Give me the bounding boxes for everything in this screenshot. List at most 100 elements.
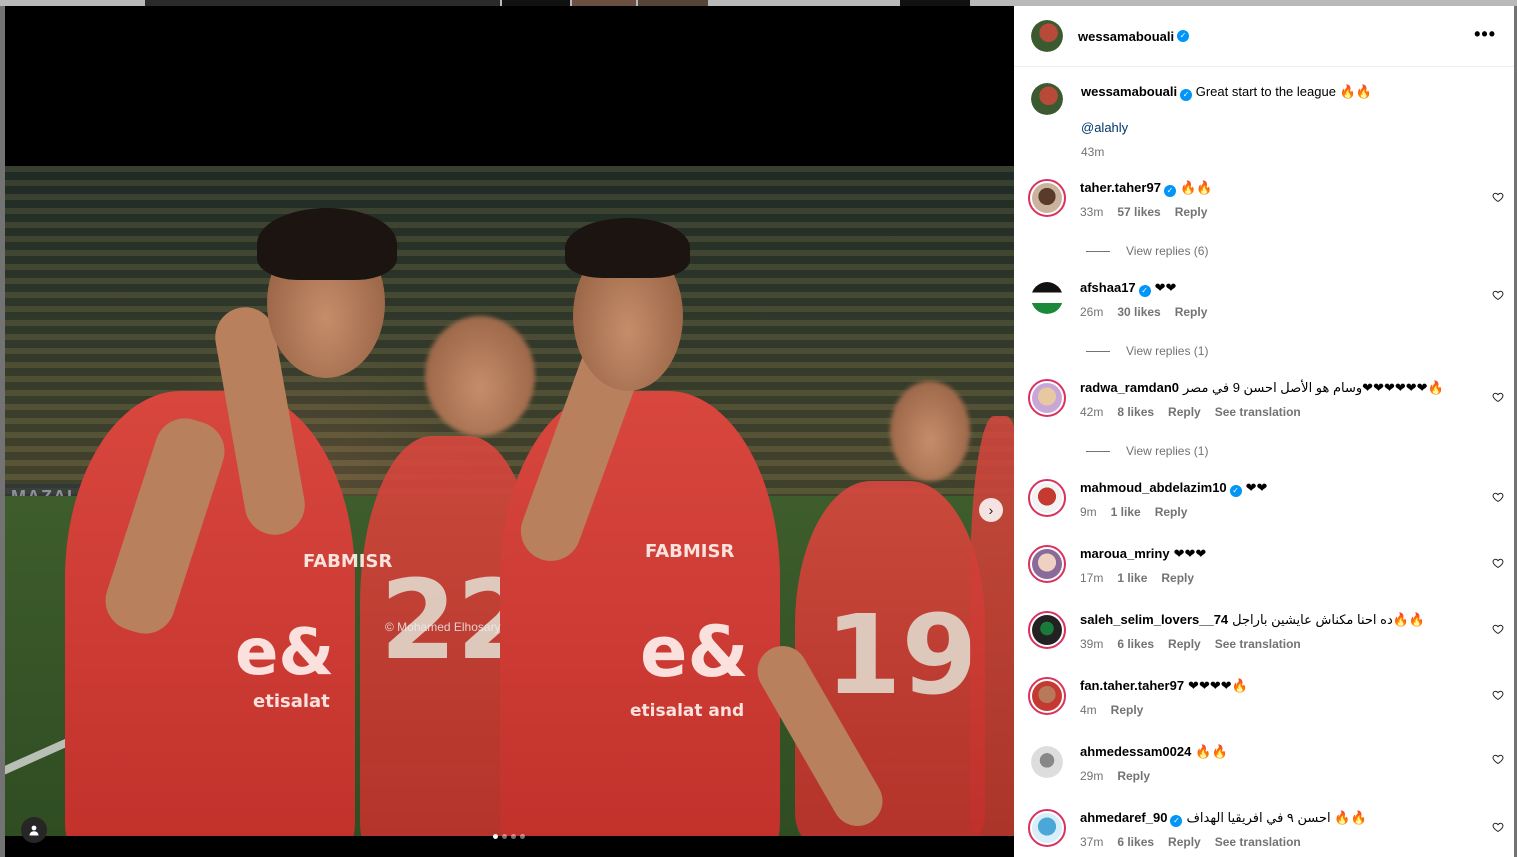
commenter-username[interactable]: ahmedaref_90 xyxy=(1080,810,1167,825)
commenter-avatar[interactable] xyxy=(1031,282,1063,314)
carousel-dot xyxy=(520,834,525,839)
replies-divider xyxy=(1086,350,1110,352)
commenter-username[interactable]: taher.taher97 xyxy=(1080,180,1161,195)
comment-reply-button[interactable]: Reply xyxy=(1117,767,1150,785)
comment-item: maroua_mriny ❤❤❤ 17m 1 like Reply xyxy=(1028,545,1504,587)
comment-reply-button[interactable]: Reply xyxy=(1168,833,1201,851)
heart-outline-icon[interactable] xyxy=(1492,689,1504,701)
view-replies-button[interactable]: View replies (1) xyxy=(1086,344,1208,358)
commenter-avatar[interactable] xyxy=(1028,677,1066,715)
player-hair xyxy=(565,218,690,278)
author-avatar[interactable] xyxy=(1031,20,1063,52)
comment-likes[interactable]: 8 likes xyxy=(1117,403,1154,421)
background-player xyxy=(970,416,1014,836)
screen: MAZALLO 22 19 e& etisalat FABMISR xyxy=(0,0,1517,857)
commenter-avatar[interactable] xyxy=(1031,746,1063,778)
view-replies-label: View replies (1) xyxy=(1126,444,1209,458)
comment-meta: 37m 6 likes Reply See translation xyxy=(1080,833,1480,851)
comment-text: ❤❤ xyxy=(1245,480,1268,495)
commenter-username[interactable]: saleh_selim_lovers__74 xyxy=(1080,612,1228,627)
heart-outline-icon[interactable] xyxy=(1492,557,1504,569)
comment-reply-button[interactable]: Reply xyxy=(1175,303,1208,321)
heart-outline-icon[interactable] xyxy=(1492,821,1504,833)
verified-badge-icon: ✓ xyxy=(1138,285,1151,297)
heart-outline-icon[interactable] xyxy=(1492,391,1504,403)
user-tag-button[interactable] xyxy=(21,817,47,843)
comment-meta: 26m 30 likes Reply xyxy=(1080,303,1480,321)
comment-likes[interactable]: 6 likes xyxy=(1117,635,1154,653)
heart-outline-icon[interactable] xyxy=(1492,623,1504,635)
verified-badge-icon: ✓ xyxy=(1229,485,1242,497)
commenter-username[interactable]: radwa_ramdan0 xyxy=(1080,380,1179,395)
comment-text: وسام هو الأصل احسن 9 في مصر❤❤❤❤❤❤🔥 xyxy=(1183,380,1444,395)
heart-outline-icon[interactable] xyxy=(1492,191,1504,203)
comment-time: 39m xyxy=(1080,637,1104,651)
comment-time: 29m xyxy=(1080,769,1104,783)
chevron-right-icon: › xyxy=(988,502,994,518)
commenter-avatar[interactable] xyxy=(1028,379,1066,417)
comment-meta: 9m 1 like Reply xyxy=(1080,503,1480,521)
commenter-avatar[interactable] xyxy=(1028,545,1066,583)
post-media[interactable]: MAZALLO 22 19 e& etisalat FABMISR xyxy=(5,6,1014,857)
more-horizontal-icon: ••• xyxy=(1474,24,1496,44)
caption-mention[interactable]: @alahly xyxy=(1081,119,1372,137)
comment-text: 🔥🔥 xyxy=(1179,180,1213,195)
comment-likes[interactable]: 57 likes xyxy=(1117,203,1160,221)
comment-meta: 29m Reply xyxy=(1080,767,1480,785)
background-player-head xyxy=(890,381,970,481)
background-player-head xyxy=(425,316,535,436)
comment-reply-button[interactable]: Reply xyxy=(1168,635,1201,653)
caption-text: Great start to the league 🔥🔥 xyxy=(1195,84,1372,99)
heart-outline-icon[interactable] xyxy=(1492,753,1504,765)
verified-badge-icon: ✓ xyxy=(1170,815,1183,827)
comment-likes[interactable]: 6 likes xyxy=(1117,833,1154,851)
comment-time: 4m xyxy=(1080,703,1097,717)
post-caption: wessamabouali ✓ Great start to the league… xyxy=(1014,67,1514,161)
comment-time: 33m xyxy=(1080,205,1104,219)
see-translation-link[interactable]: See translation xyxy=(1215,833,1301,851)
commenter-avatar[interactable] xyxy=(1028,179,1066,217)
comment-reply-button[interactable]: Reply xyxy=(1111,701,1144,719)
verified-badge-icon: ✓ xyxy=(1180,89,1193,101)
see-translation-link[interactable]: See translation xyxy=(1215,635,1301,653)
post-time: 43m xyxy=(1081,145,1105,159)
commenter-username[interactable]: maroua_mriny xyxy=(1080,546,1170,561)
author-username[interactable]: wessamabouali xyxy=(1078,29,1174,44)
commenter-avatar[interactable] xyxy=(1028,809,1066,847)
heart-outline-icon[interactable] xyxy=(1492,289,1504,301)
see-translation-link[interactable]: See translation xyxy=(1215,403,1301,421)
comment-likes[interactable]: 30 likes xyxy=(1117,303,1160,321)
comment-reply-button[interactable]: Reply xyxy=(1161,569,1194,587)
comment-meta: 33m 57 likes Reply xyxy=(1080,203,1480,221)
comment-item: mahmoud_abdelazim10 ✓ ❤❤ 9m 1 like Reply xyxy=(1028,479,1504,521)
view-replies-button[interactable]: View replies (6) xyxy=(1086,244,1208,258)
commenter-username[interactable]: afshaa17 xyxy=(1080,280,1136,295)
post-photo: MAZALLO 22 19 e& etisalat FABMISR xyxy=(5,166,1014,836)
comment-reply-button[interactable]: Reply xyxy=(1155,503,1188,521)
carousel-dot xyxy=(502,834,507,839)
post-side-panel: wessamabouali ✓ ••• wessamabouali ✓ Great… xyxy=(1014,6,1514,857)
comment-likes[interactable]: 1 like xyxy=(1117,569,1147,587)
commenter-avatar[interactable] xyxy=(1028,611,1066,649)
more-options-button[interactable]: ••• xyxy=(1474,24,1496,45)
comment-time: 9m xyxy=(1080,505,1097,519)
view-replies-button[interactable]: View replies (1) xyxy=(1086,444,1208,458)
heart-outline-icon[interactable] xyxy=(1492,491,1504,503)
player-taher: e& etisalat and FABMISR xyxy=(500,391,780,836)
comment-reply-button[interactable]: Reply xyxy=(1175,203,1208,221)
comment-item: saleh_selim_lovers__74 ده احنا مكناش عايش… xyxy=(1028,611,1504,653)
caption-avatar[interactable] xyxy=(1031,83,1063,115)
comment-item: fan.taher.taher97 ❤❤❤❤🔥 4m Reply xyxy=(1028,677,1504,719)
commenter-avatar[interactable] xyxy=(1028,479,1066,517)
commenter-username[interactable]: mahmoud_abdelazim10 xyxy=(1080,480,1227,495)
view-replies-label: View replies (1) xyxy=(1126,344,1209,358)
commenter-username[interactable]: ahmedessam0024 xyxy=(1080,744,1191,759)
comment-likes[interactable]: 1 like xyxy=(1111,503,1141,521)
post-header: wessamabouali ✓ ••• xyxy=(1014,6,1514,67)
comment-time: 42m xyxy=(1080,405,1104,419)
comment-reply-button[interactable]: Reply xyxy=(1168,403,1201,421)
comment-item: radwa_ramdan0 وسام هو الأصل احسن 9 في مصر… xyxy=(1028,379,1504,421)
commenter-username[interactable]: fan.taher.taher97 xyxy=(1080,678,1184,693)
caption-username[interactable]: wessamabouali xyxy=(1081,84,1177,99)
next-slide-button[interactable]: › xyxy=(979,498,1003,522)
